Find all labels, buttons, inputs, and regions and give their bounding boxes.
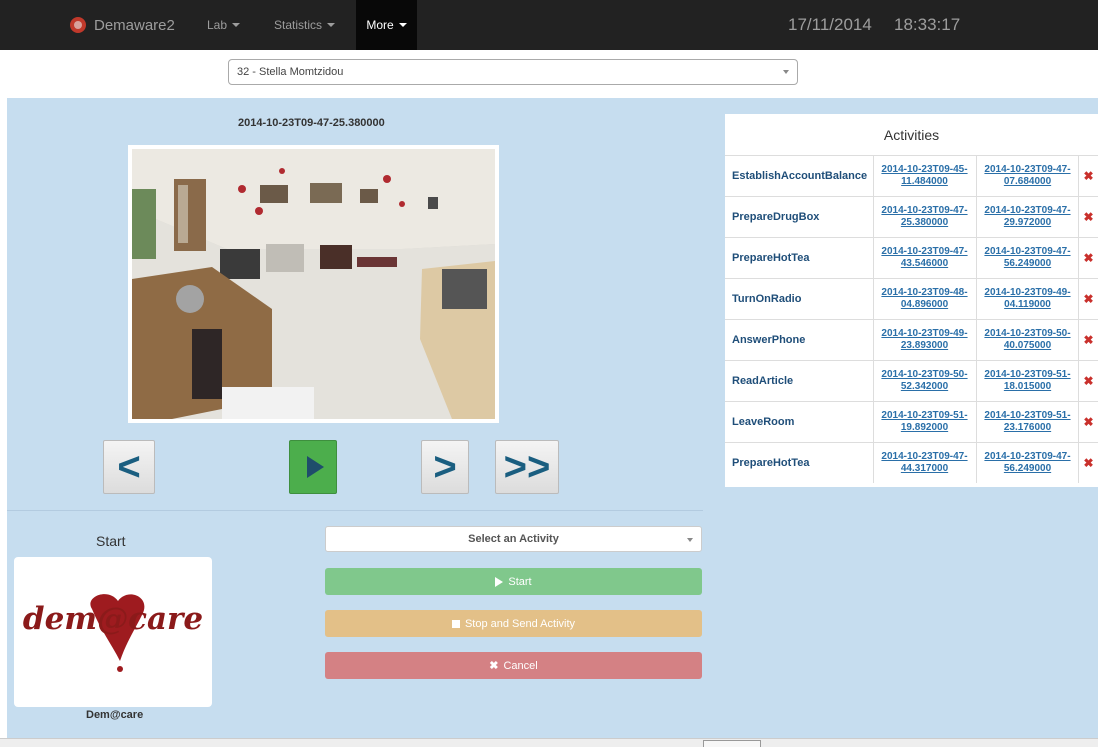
activity-start-link[interactable]: 2014-10-23T09-50-52.342000 [873, 361, 975, 401]
activity-row: AnswerPhone 2014-10-23T09-49-23.893000 201… [725, 319, 1098, 360]
activity-row: PrepareDrugBox 2014-10-23T09-47-25.380000… [725, 196, 1098, 237]
activity-end-link[interactable]: 2014-10-23T09-47-56.249000 [976, 238, 1078, 278]
demcare-logo-image: dem@care [23, 594, 203, 672]
caret-down-icon [327, 23, 336, 27]
dropdown-arrow-icon [783, 70, 789, 74]
patient-select-value: 32 - Stella Momtzidou [237, 66, 344, 78]
current-time: 18:33:17 [894, 15, 961, 34]
activity-end-link[interactable]: 2014-10-23T09-49-04.119000 [976, 279, 1078, 319]
section-divider [7, 510, 703, 511]
nav-menu-statistics-label: Statistics [274, 18, 323, 32]
next-frame-button[interactable]: > [421, 440, 469, 494]
activity-name: AnswerPhone [732, 334, 806, 346]
top-navbar: Demaware2 Lab Statistics More 17/11/2014… [0, 0, 1098, 50]
activity-start-link[interactable]: 2014-10-23T09-45-11.484000 [873, 156, 975, 196]
activity-name: ReadArticle [732, 375, 794, 387]
room-scene-image [132, 149, 495, 419]
caret-down-icon [398, 23, 407, 27]
activity-end-link[interactable]: 2014-10-23T09-47-56.249000 [976, 443, 1078, 483]
patient-select[interactable]: 32 - Stella Momtzidou [228, 59, 798, 85]
nav-menu-more[interactable]: More [356, 0, 417, 50]
delete-icon[interactable]: ✖ [1078, 402, 1098, 442]
start-button[interactable]: Start [325, 568, 702, 595]
activity-name: PrepareDrugBox [732, 211, 820, 223]
dropdown-arrow-icon [687, 538, 693, 542]
activity-end-link[interactable]: 2014-10-23T09-50-40.075000 [976, 320, 1078, 360]
activity-start-link[interactable]: 2014-10-23T09-49-23.893000 [873, 320, 975, 360]
delete-icon[interactable]: ✖ [1078, 238, 1098, 278]
delete-icon[interactable]: ✖ [1078, 320, 1098, 360]
delete-icon[interactable]: ✖ [1078, 279, 1098, 319]
activity-end-link[interactable]: 2014-10-23T09-47-07.684000 [976, 156, 1078, 196]
activity-select[interactable]: Select an Activity [325, 526, 702, 552]
activity-row: EstablishAccountBalance 2014-10-23T09-45-… [725, 155, 1098, 196]
play-icon [306, 456, 324, 478]
activity-select-placeholder: Select an Activity [468, 533, 559, 545]
activity-start-link[interactable]: 2014-10-23T09-51-19.892000 [873, 402, 975, 442]
play-button[interactable] [289, 440, 337, 494]
activity-name: EstablishAccountBalance [732, 170, 868, 182]
logo-text: dem@care [23, 601, 203, 637]
demcare-logo: dem@care [14, 557, 212, 707]
delete-icon[interactable]: ✖ [1078, 361, 1098, 401]
cancel-button-label: Cancel [503, 659, 538, 672]
activities-title: Activities [883, 126, 940, 143]
activity-name: TurnOnRadio [732, 293, 802, 305]
start-button-label: Start [508, 575, 532, 588]
activity-row: TurnOnRadio 2014-10-23T09-48-04.896000 201… [725, 278, 1098, 319]
start-label: Start [96, 533, 126, 549]
activity-end-link[interactable]: 2014-10-23T09-47-29.972000 [976, 197, 1078, 237]
activity-start-link[interactable]: 2014-10-23T09-47-44.317000 [873, 443, 975, 483]
bottom-bar [0, 738, 1098, 747]
previous-frame-button[interactable]: < [103, 440, 155, 494]
stop-button-label: Stop and Send Activity [464, 617, 576, 630]
logo-caption: Dem@care [86, 709, 144, 721]
activity-end-link[interactable]: 2014-10-23T09-51-18.015000 [976, 361, 1078, 401]
activity-start-link[interactable]: 2014-10-23T09-47-25.380000 [873, 197, 975, 237]
activity-start-link[interactable]: 2014-10-23T09-48-04.896000 [873, 279, 975, 319]
activity-row: PrepareHotTea 2014-10-23T09-47-44.317000 2… [725, 442, 1098, 483]
video-timestamp: 2014-10-23T09-47-25.380000 [238, 117, 385, 129]
activities-panel: Activities EstablishAccountBalance 2014-1… [725, 114, 1098, 487]
cancel-button[interactable]: ✖ Cancel [325, 652, 702, 679]
activity-start-link[interactable]: 2014-10-23T09-47-43.546000 [873, 238, 975, 278]
activity-end-link[interactable]: 2014-10-23T09-51-23.176000 [976, 402, 1078, 442]
brand-name: Demaware2 [94, 16, 175, 34]
bottom-tab[interactable] [703, 740, 761, 747]
brand-logo-icon [70, 17, 86, 33]
activity-name: PrepareHotTea [732, 252, 810, 264]
brand-link[interactable]: Demaware2 [70, 0, 175, 50]
activity-row: PrepareHotTea 2014-10-23T09-47-43.546000 2… [725, 237, 1098, 278]
current-date: 17/11/2014 [788, 15, 872, 34]
delete-icon[interactable]: ✖ [1078, 156, 1098, 196]
nav-menu-statistics[interactable]: Statistics [264, 0, 345, 50]
play-icon [495, 576, 504, 587]
previous-frame-label: < [117, 444, 141, 489]
nav-menu-lab[interactable]: Lab [197, 0, 250, 50]
fast-forward-label: >> [503, 444, 551, 489]
activity-name: PrepareHotTea [732, 457, 810, 469]
nav-menu-lab-label: Lab [207, 18, 228, 32]
fast-forward-button[interactable]: >> [495, 440, 559, 494]
nav-menu-more-label: More [366, 18, 394, 32]
delete-icon[interactable]: ✖ [1078, 443, 1098, 483]
activity-row: ReadArticle 2014-10-23T09-50-52.342000 201… [725, 360, 1098, 401]
stop-icon [451, 619, 460, 628]
activity-row: LeaveRoom 2014-10-23T09-51-19.892000 2014-… [725, 401, 1098, 442]
close-icon: ✖ [489, 660, 499, 672]
delete-icon[interactable]: ✖ [1078, 197, 1098, 237]
caret-down-icon [232, 23, 241, 27]
activity-name: LeaveRoom [732, 416, 795, 428]
video-frame [128, 145, 499, 423]
stop-and-send-button[interactable]: Stop and Send Activity [325, 610, 702, 637]
next-frame-label: > [433, 444, 457, 489]
